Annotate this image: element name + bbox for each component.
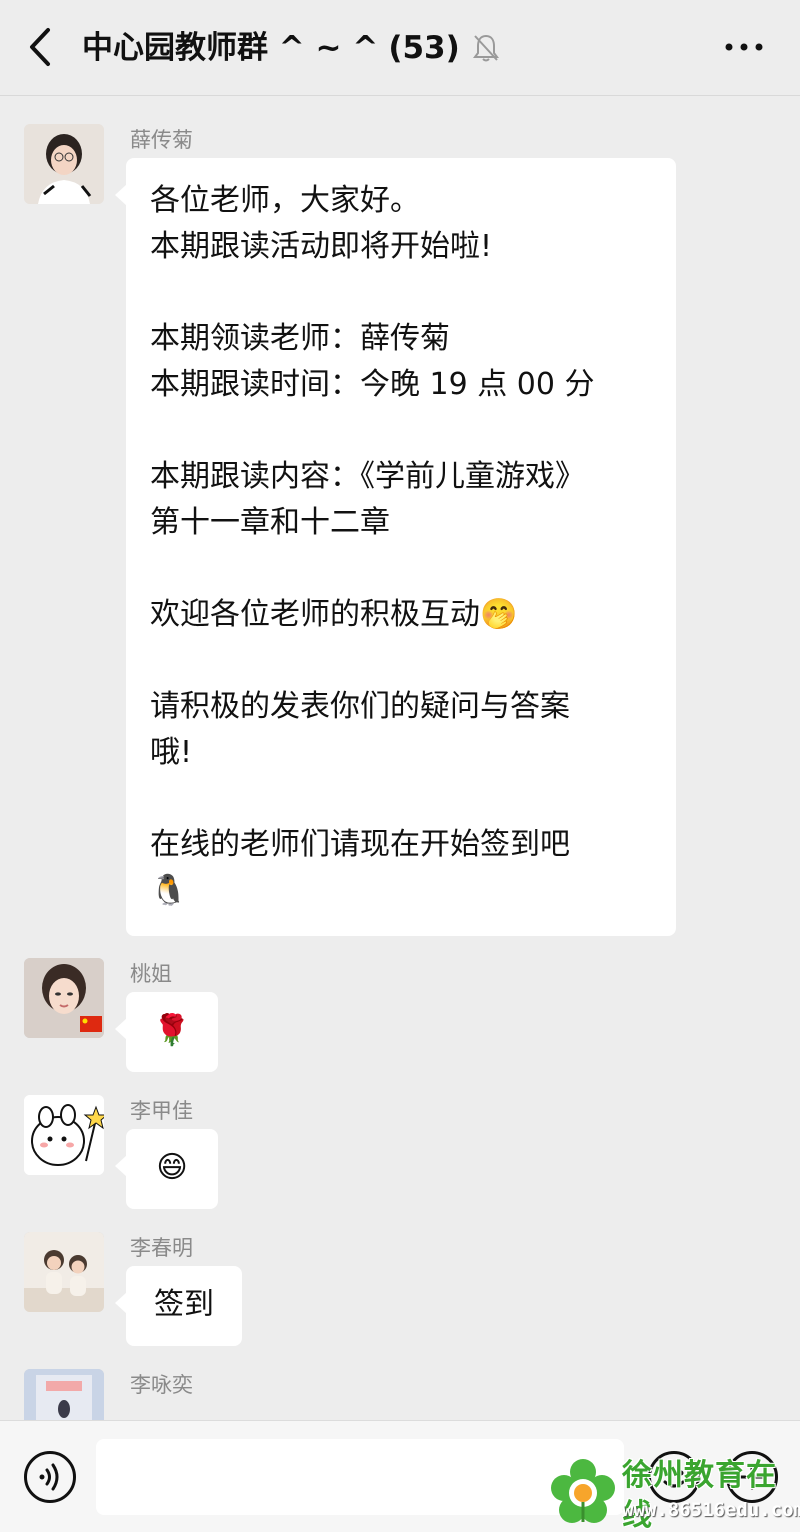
message-text: 🌹: [153, 1013, 191, 1048]
flower-logo: [551, 1459, 615, 1523]
chat-header: 中心园教师群 ^ ~ ^ (53): [0, 0, 800, 96]
message-bubble[interactable]: 签到: [115, 1266, 242, 1346]
message-line: 本期跟读时间：今晚 19 点 00 分: [150, 367, 595, 402]
sender-name: 薛传菊: [130, 128, 193, 152]
message-line: 第十一章和十二章: [150, 505, 390, 540]
sender-name: 李咏奕: [130, 1373, 193, 1397]
message-line: 欢迎各位老师的积极互动🤭: [150, 597, 518, 632]
avatar[interactable]: [24, 1095, 104, 1175]
watermark-url: www.86516edu.com: [622, 1499, 800, 1521]
message-line: 在线的老师们请现在开始签到吧: [150, 827, 570, 862]
bell-off-icon: [472, 34, 499, 62]
message-line: 本期跟读内容：《学前儿童游戏》: [150, 459, 585, 494]
message-line: 各位老师，大家好。: [150, 183, 420, 218]
message-text: 签到: [154, 1287, 214, 1322]
message-bubble[interactable]: 🌹: [115, 992, 218, 1072]
message-line: 🐧: [150, 873, 188, 908]
avatar[interactable]: [24, 958, 104, 1038]
more-dots-icon[interactable]: [724, 40, 764, 54]
sender-name: 李春明: [130, 1236, 193, 1260]
sender-name: 李甲佳: [130, 1099, 193, 1123]
message-text: 😄: [156, 1150, 188, 1185]
message-bubble[interactable]: 各位老师，大家好。 本期跟读活动即将开始啦! 本期领读老师：薛传菊 本期跟读时间…: [115, 158, 676, 936]
group-name: 中心园教师群 ^ ~ ^: [82, 30, 379, 66]
chat-title: 中心园教师群 ^ ~ ^ (53): [82, 26, 500, 70]
avatar[interactable]: [24, 1232, 104, 1312]
avatar[interactable]: [24, 124, 104, 204]
message-line: 本期领读老师：薛传菊: [150, 321, 450, 356]
message-bubble[interactable]: 😄: [115, 1129, 218, 1209]
sender-name: 桃姐: [130, 962, 172, 986]
chevron-left-icon[interactable]: [22, 24, 62, 70]
voice-icon[interactable]: [24, 1451, 76, 1503]
site-watermark: 徐州教育在线 www.86516edu.com: [548, 1452, 800, 1532]
message-input[interactable]: [96, 1439, 624, 1515]
message-line: 请积极的发表你们的疑问与答案: [150, 689, 570, 724]
member-count: (53): [388, 30, 460, 66]
avatar[interactable]: [24, 1369, 104, 1420]
message-line: 本期跟读活动即将开始啦!: [150, 229, 493, 264]
message-line: 哦!: [150, 735, 193, 770]
